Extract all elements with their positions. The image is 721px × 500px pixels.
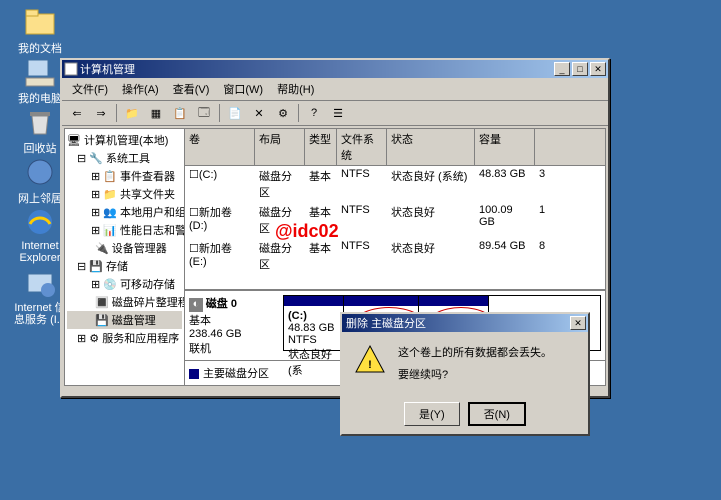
back-button[interactable]: ⇐ — [66, 103, 88, 123]
column-headers: 卷 布局 类型 文件系统 状态 容量 — [185, 129, 605, 166]
menu-view[interactable]: 查看(V) — [167, 80, 216, 98]
recycle-icon — [24, 106, 56, 138]
network-icon — [24, 156, 56, 188]
svg-text:!: ! — [368, 359, 372, 371]
tree-item[interactable]: ⊞ 📊 性能日志和警报 — [67, 221, 182, 239]
disk-info: ◐ 磁盘 0 基本 238.46 GB 联机 — [189, 295, 279, 356]
folder-icon — [24, 6, 56, 38]
prop-button[interactable]: 📄 — [224, 103, 246, 123]
forward-button[interactable]: ⇒ — [90, 103, 112, 123]
table-row[interactable]: ☐(C:)磁盘分区基本NTFS状态良好 (系统)48.83 GB3 — [185, 166, 605, 202]
tree-panel: 🖥 计算机管理(本地) ⊟ 🔧 系统工具 ⊞ 📋 事件查看器 ⊞ 📁 共享文件夹… — [65, 129, 185, 385]
col-cap[interactable]: 容量 — [475, 129, 535, 165]
col-fs[interactable]: 文件系统 — [337, 129, 387, 165]
settings-button[interactable]: ⚙ — [272, 103, 294, 123]
tree-root[interactable]: 🖥 计算机管理(本地) — [67, 131, 182, 149]
tree-item[interactable]: ⊞ 💿 可移动存储 — [67, 275, 182, 293]
export-button[interactable]: 📋 — [169, 103, 191, 123]
window-title: 计算机管理 — [78, 61, 554, 77]
views-button[interactable]: ▦ — [145, 103, 167, 123]
col-type[interactable]: 类型 — [305, 129, 337, 165]
col-layout[interactable]: 布局 — [255, 129, 305, 165]
app-icon — [64, 62, 78, 76]
menu-file[interactable]: 文件(F) — [66, 80, 114, 98]
tree-systools[interactable]: ⊟ 🔧 系统工具 — [67, 149, 182, 167]
menu-action[interactable]: 操作(A) — [116, 80, 165, 98]
tree-storage[interactable]: ⊟ 💾 存储 — [67, 257, 182, 275]
table-row[interactable]: ☐新加卷 (E:)磁盘分区基本NTFS状态良好89.54 GB8 — [185, 238, 605, 274]
menu-help[interactable]: 帮助(H) — [271, 80, 320, 98]
minimize-button[interactable]: _ — [554, 62, 570, 76]
warning-icon: ! — [354, 344, 386, 376]
computer-icon — [24, 56, 56, 88]
desktop-icon-documents[interactable]: 我的文档 — [10, 6, 70, 56]
table-row[interactable]: ☐新加卷 (D:)磁盘分区基本NTFS状态良好100.09 GB1 — [185, 202, 605, 238]
dialog-close-button[interactable]: ✕ — [570, 316, 586, 330]
watermark: @idc02 — [275, 221, 339, 242]
tree-disk-mgmt[interactable]: 💾 磁盘管理 — [67, 311, 182, 329]
col-status[interactable]: 状态 — [387, 129, 475, 165]
refresh-button[interactable]: 🗔 — [193, 103, 215, 123]
dialog-message: 这个卷上的所有数据都会丢失。 要继续吗? — [398, 344, 552, 382]
dialog-title: 删除 主磁盘分区 — [344, 315, 570, 331]
tree-item[interactable]: 🔳 磁盘碎片整理程序 — [67, 293, 182, 311]
iis-icon — [24, 268, 56, 300]
partition[interactable]: (C:)48.83 GB NTFS状态良好 (系 — [284, 296, 344, 350]
close-button[interactable]: ✕ — [590, 62, 606, 76]
list-button[interactable]: ☰ — [327, 103, 349, 123]
tree-item[interactable]: 🔌 设备管理器 — [67, 239, 182, 257]
maximize-button[interactable]: □ — [572, 62, 588, 76]
tree-services[interactable]: ⊞ ⚙ 服务和应用程序 — [67, 329, 182, 347]
up-button[interactable]: 📁 — [121, 103, 143, 123]
titlebar[interactable]: 计算机管理 _ □ ✕ — [62, 60, 608, 78]
toolbar: ⇐ ⇒ 📁 ▦ 📋 🗔 📄 ✕ ⚙ ? ☰ — [62, 100, 608, 126]
yes-button[interactable]: 是(Y) — [404, 402, 460, 426]
dialog-titlebar[interactable]: 删除 主磁盘分区 ✕ — [342, 314, 588, 332]
tree-item[interactable]: ⊞ 👥 本地用户和组 — [67, 203, 182, 221]
help-button[interactable]: ? — [303, 103, 325, 123]
tree-item[interactable]: ⊞ 📁 共享文件夹 — [67, 185, 182, 203]
col-vol[interactable]: 卷 — [185, 129, 255, 165]
volume-list: ☐(C:)磁盘分区基本NTFS状态良好 (系统)48.83 GB3☐新加卷 (D… — [185, 166, 605, 274]
delete-button[interactable]: ✕ — [248, 103, 270, 123]
ie-icon — [24, 206, 56, 238]
menubar: 文件(F) 操作(A) 查看(V) 窗口(W) 帮助(H) — [62, 78, 608, 100]
menu-window[interactable]: 窗口(W) — [217, 80, 269, 98]
tree-item[interactable]: ⊞ 📋 事件查看器 — [67, 167, 182, 185]
delete-partition-dialog: 删除 主磁盘分区 ✕ ! 这个卷上的所有数据都会丢失。 要继续吗? 是(Y) 否… — [340, 312, 590, 436]
no-button[interactable]: 否(N) — [468, 402, 526, 426]
